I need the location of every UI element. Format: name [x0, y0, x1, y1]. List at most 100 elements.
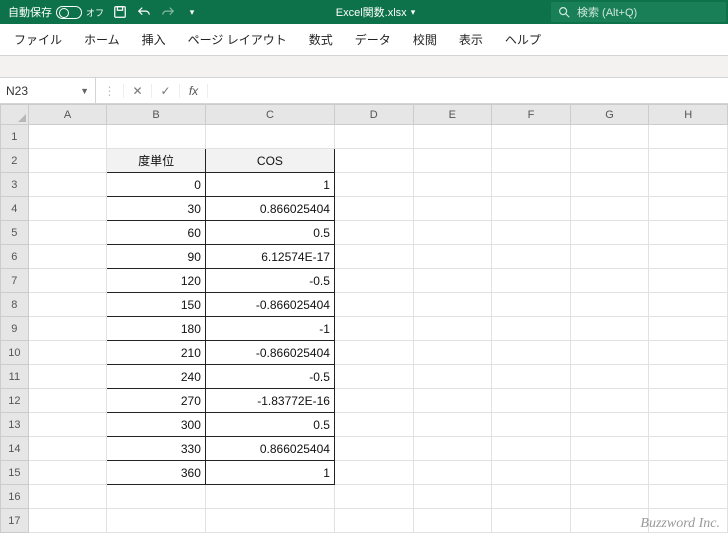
- redo-icon[interactable]: [160, 4, 176, 20]
- cell-D11[interactable]: [334, 365, 413, 389]
- cell-C1[interactable]: [205, 125, 334, 149]
- cell-D6[interactable]: [334, 245, 413, 269]
- column-header-H[interactable]: H: [649, 105, 728, 125]
- cell-G11[interactable]: [570, 365, 649, 389]
- cell-C3[interactable]: 1: [205, 173, 334, 197]
- cell-E14[interactable]: [413, 437, 492, 461]
- cell-E5[interactable]: [413, 221, 492, 245]
- qat-more-icon[interactable]: ▾: [184, 4, 200, 20]
- cell-B14[interactable]: 330: [107, 437, 206, 461]
- column-header-A[interactable]: A: [28, 105, 107, 125]
- cell-B5[interactable]: 60: [107, 221, 206, 245]
- cell-E1[interactable]: [413, 125, 492, 149]
- cell-C15[interactable]: 1: [205, 461, 334, 485]
- cancel-icon[interactable]: ✕: [124, 84, 152, 98]
- tab-formulas[interactable]: 数式: [307, 25, 335, 54]
- cell-C17[interactable]: [205, 509, 334, 533]
- cell-E11[interactable]: [413, 365, 492, 389]
- cell-A8[interactable]: [28, 293, 107, 317]
- cell-G17[interactable]: [570, 509, 649, 533]
- row-header-12[interactable]: 12: [1, 389, 29, 413]
- cell-H10[interactable]: [649, 341, 728, 365]
- cell-C11[interactable]: -0.5: [205, 365, 334, 389]
- cell-B8[interactable]: 150: [107, 293, 206, 317]
- column-header-F[interactable]: F: [492, 105, 571, 125]
- cell-E9[interactable]: [413, 317, 492, 341]
- cell-B11[interactable]: 240: [107, 365, 206, 389]
- cell-B16[interactable]: [107, 485, 206, 509]
- cell-G12[interactable]: [570, 389, 649, 413]
- row-header-2[interactable]: 2: [1, 149, 29, 173]
- cell-A12[interactable]: [28, 389, 107, 413]
- document-title[interactable]: Excel関数.xlsx ▾: [336, 4, 415, 20]
- cell-A14[interactable]: [28, 437, 107, 461]
- expand-icon[interactable]: ⋮: [96, 84, 124, 98]
- tab-insert[interactable]: 挿入: [140, 25, 168, 54]
- column-header-B[interactable]: B: [107, 105, 206, 125]
- cell-F5[interactable]: [492, 221, 571, 245]
- column-header-G[interactable]: G: [570, 105, 649, 125]
- cell-F11[interactable]: [492, 365, 571, 389]
- cell-C5[interactable]: 0.5: [205, 221, 334, 245]
- cell-E12[interactable]: [413, 389, 492, 413]
- formula-input[interactable]: [208, 78, 728, 103]
- column-header-C[interactable]: C: [205, 105, 334, 125]
- row-header-1[interactable]: 1: [1, 125, 29, 149]
- cell-A3[interactable]: [28, 173, 107, 197]
- cell-G8[interactable]: [570, 293, 649, 317]
- cell-H3[interactable]: [649, 173, 728, 197]
- cell-C7[interactable]: -0.5: [205, 269, 334, 293]
- row-header-9[interactable]: 9: [1, 317, 29, 341]
- cell-B1[interactable]: [107, 125, 206, 149]
- cell-H6[interactable]: [649, 245, 728, 269]
- select-all-button[interactable]: [1, 105, 29, 125]
- row-header-4[interactable]: 4: [1, 197, 29, 221]
- row-header-14[interactable]: 14: [1, 437, 29, 461]
- undo-icon[interactable]: [136, 4, 152, 20]
- cell-A1[interactable]: [28, 125, 107, 149]
- cell-F1[interactable]: [492, 125, 571, 149]
- row-header-3[interactable]: 3: [1, 173, 29, 197]
- cell-D1[interactable]: [334, 125, 413, 149]
- cell-C12[interactable]: -1.83772E-16: [205, 389, 334, 413]
- tab-file[interactable]: ファイル: [12, 25, 64, 54]
- cell-G14[interactable]: [570, 437, 649, 461]
- cell-B10[interactable]: 210: [107, 341, 206, 365]
- cell-H4[interactable]: [649, 197, 728, 221]
- cell-A15[interactable]: [28, 461, 107, 485]
- cell-F12[interactable]: [492, 389, 571, 413]
- cell-C9[interactable]: -1: [205, 317, 334, 341]
- cell-A4[interactable]: [28, 197, 107, 221]
- cell-E7[interactable]: [413, 269, 492, 293]
- cell-F6[interactable]: [492, 245, 571, 269]
- cell-D12[interactable]: [334, 389, 413, 413]
- cell-D4[interactable]: [334, 197, 413, 221]
- cell-H1[interactable]: [649, 125, 728, 149]
- cell-H12[interactable]: [649, 389, 728, 413]
- tab-view[interactable]: 表示: [457, 25, 485, 54]
- row-header-10[interactable]: 10: [1, 341, 29, 365]
- cell-H15[interactable]: [649, 461, 728, 485]
- cell-E13[interactable]: [413, 413, 492, 437]
- cell-D17[interactable]: [334, 509, 413, 533]
- cell-F10[interactable]: [492, 341, 571, 365]
- cell-H16[interactable]: [649, 485, 728, 509]
- cell-D3[interactable]: [334, 173, 413, 197]
- cell-E16[interactable]: [413, 485, 492, 509]
- cell-H13[interactable]: [649, 413, 728, 437]
- row-header-6[interactable]: 6: [1, 245, 29, 269]
- cell-G16[interactable]: [570, 485, 649, 509]
- cell-F9[interactable]: [492, 317, 571, 341]
- cell-F3[interactable]: [492, 173, 571, 197]
- column-header-D[interactable]: D: [334, 105, 413, 125]
- cell-B2[interactable]: 度単位: [107, 149, 206, 173]
- cell-F17[interactable]: [492, 509, 571, 533]
- cell-H2[interactable]: [649, 149, 728, 173]
- row-header-17[interactable]: 17: [1, 509, 29, 533]
- cell-F4[interactable]: [492, 197, 571, 221]
- name-box[interactable]: N23 ▼: [0, 78, 96, 103]
- tab-data[interactable]: データ: [353, 25, 393, 54]
- cell-H14[interactable]: [649, 437, 728, 461]
- cell-A5[interactable]: [28, 221, 107, 245]
- tab-help[interactable]: ヘルプ: [503, 25, 543, 54]
